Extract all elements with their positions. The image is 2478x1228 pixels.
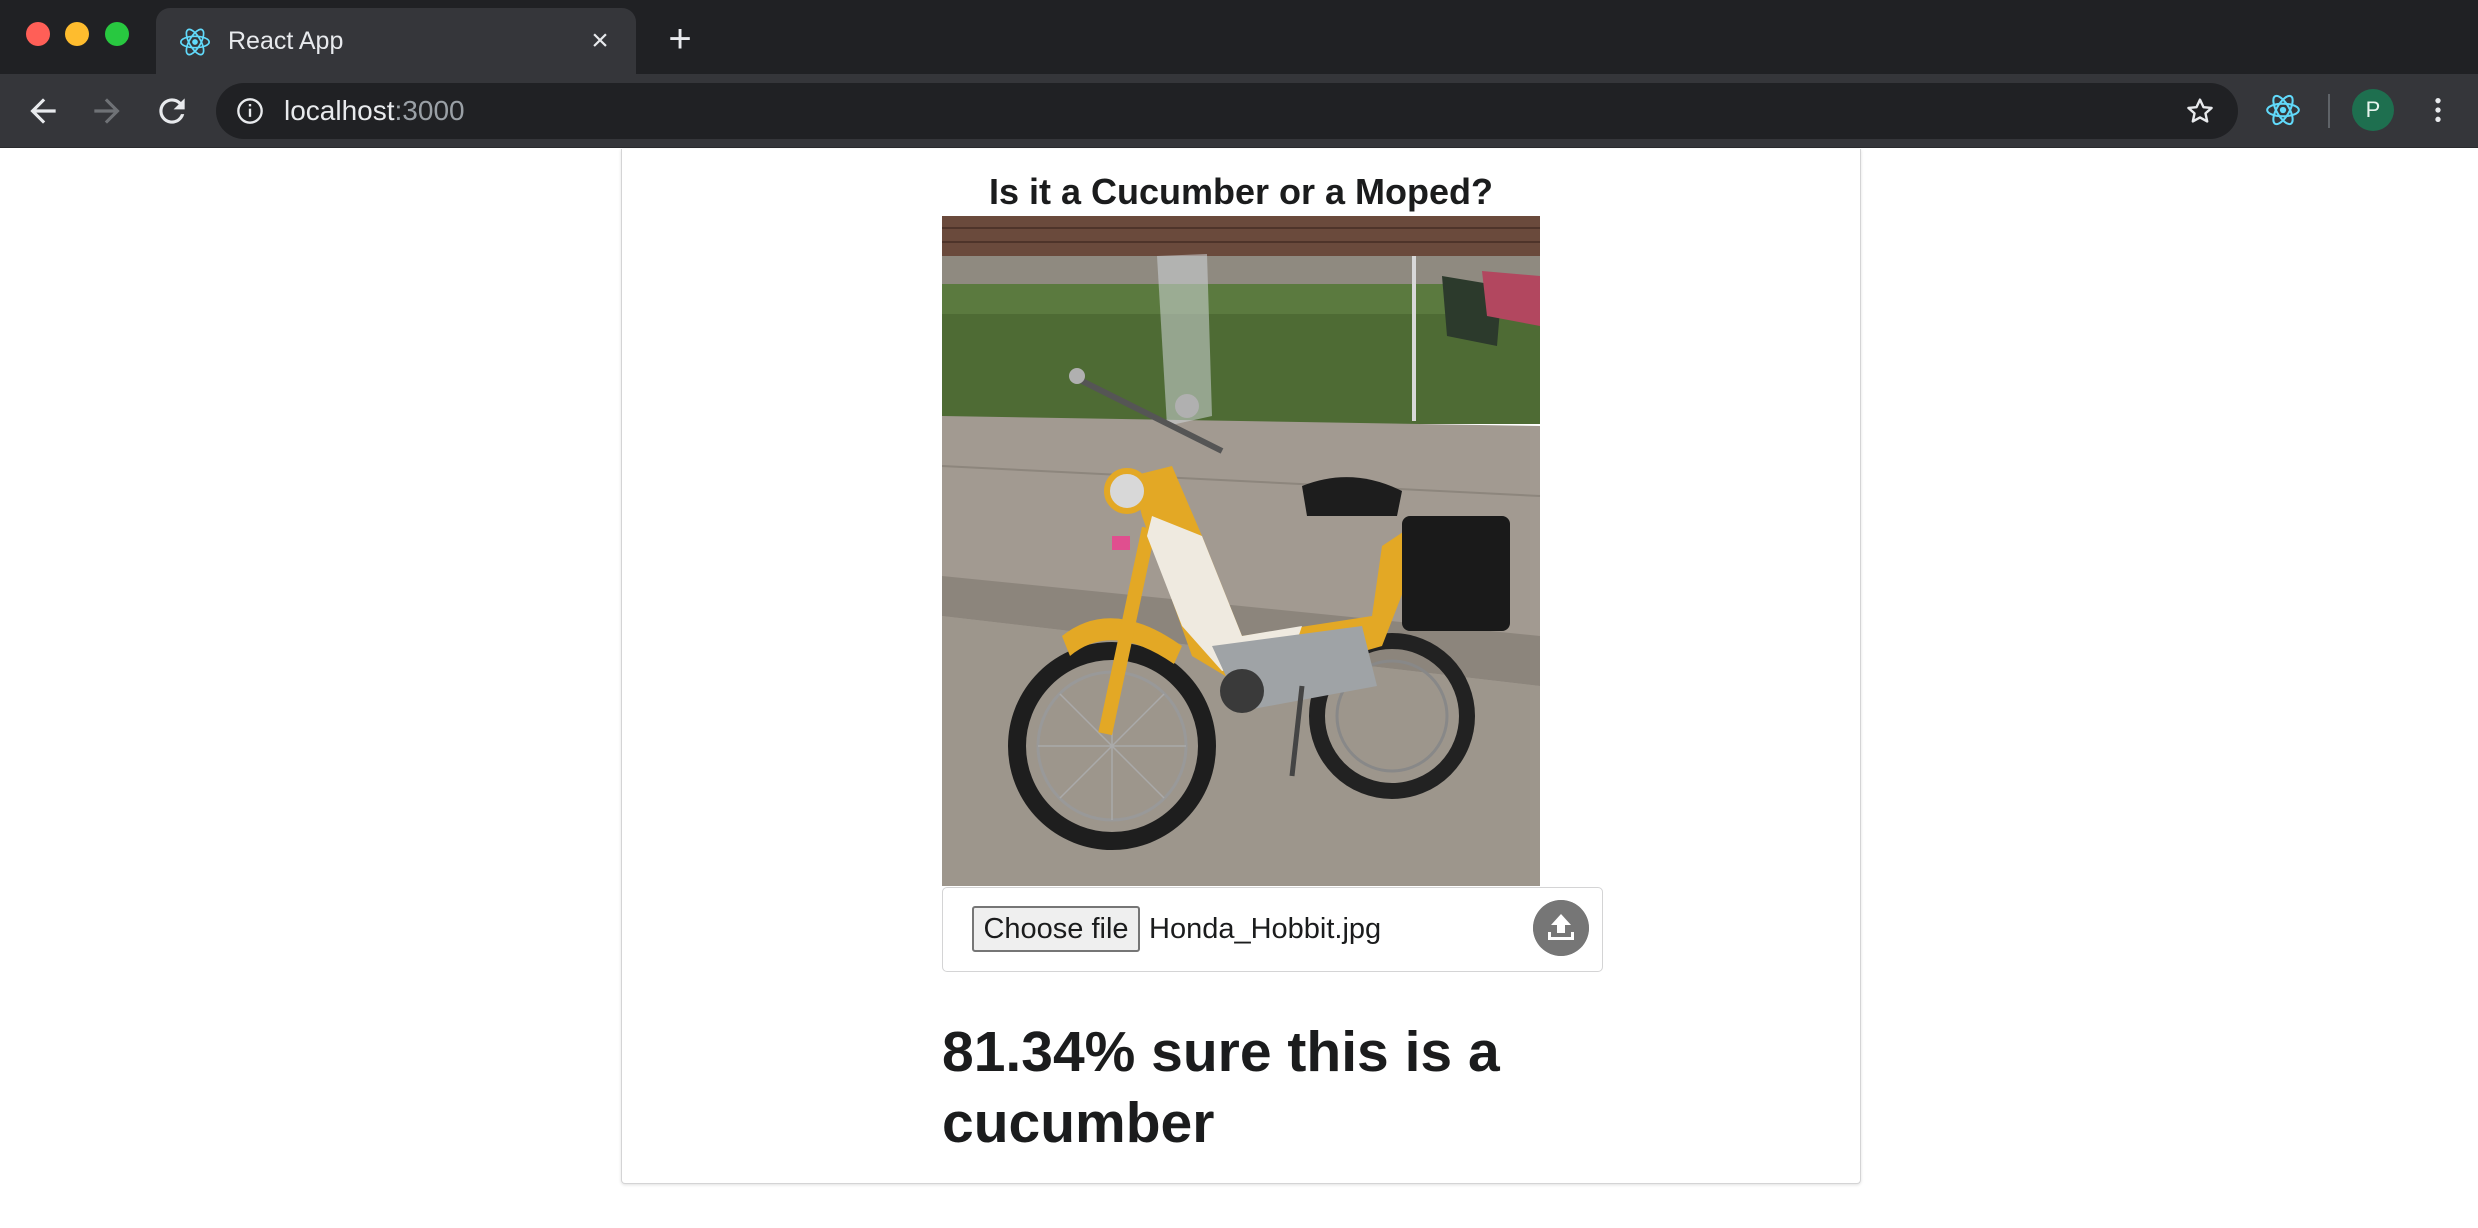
new-tab-button[interactable]: + — [660, 19, 700, 60]
moped-photo — [942, 216, 1540, 886]
star-icon[interactable] — [2184, 95, 2216, 127]
back-arrow-icon[interactable] — [24, 92, 62, 130]
upload-icon[interactable] — [1533, 900, 1589, 956]
info-icon[interactable] — [236, 97, 264, 125]
toolbar-divider — [2328, 94, 2330, 128]
url-port: :3000 — [394, 95, 465, 126]
address-bar[interactable]: localhost:3000 — [216, 83, 2238, 139]
url-text[interactable]: localhost:3000 — [284, 95, 465, 127]
choose-file-button[interactable]: Choose file — [972, 906, 1140, 952]
react-favicon-icon — [179, 28, 211, 56]
browser-toolbar: localhost:3000 — [0, 74, 2478, 148]
profile-avatar[interactable]: P — [2352, 89, 2394, 131]
file-upload-field: Choose file Honda_Hobbit.jpg — [942, 887, 1603, 972]
forward-arrow-icon[interactable] — [88, 92, 126, 130]
browser-tab[interactable]: React App × — [156, 8, 636, 74]
selected-file-name: Honda_Hobbit.jpg — [1149, 913, 1382, 945]
tab-title: React App — [228, 27, 344, 55]
window-close-button[interactable] — [26, 22, 50, 46]
app-card: Is it a Cucumber or a Moped? Choose file… — [621, 149, 1861, 1184]
react-devtools-icon[interactable] — [2264, 91, 2302, 129]
menu-icon[interactable] — [2422, 91, 2454, 129]
url-host: localhost — [284, 95, 395, 126]
browser-tab-bar: React App × + — [0, 0, 2478, 74]
prediction-result: 81.34% sure this is a cucumber — [942, 1020, 1500, 1155]
window-minimize-button[interactable] — [65, 22, 89, 46]
window-maximize-button[interactable] — [105, 22, 129, 46]
page-title: Is it a Cucumber or a Moped? — [988, 171, 1494, 212]
page-viewport: Is it a Cucumber or a Moped? Choose file… — [0, 149, 2478, 1228]
tab-close-icon[interactable]: × — [584, 25, 616, 57]
reload-icon[interactable] — [153, 92, 191, 130]
